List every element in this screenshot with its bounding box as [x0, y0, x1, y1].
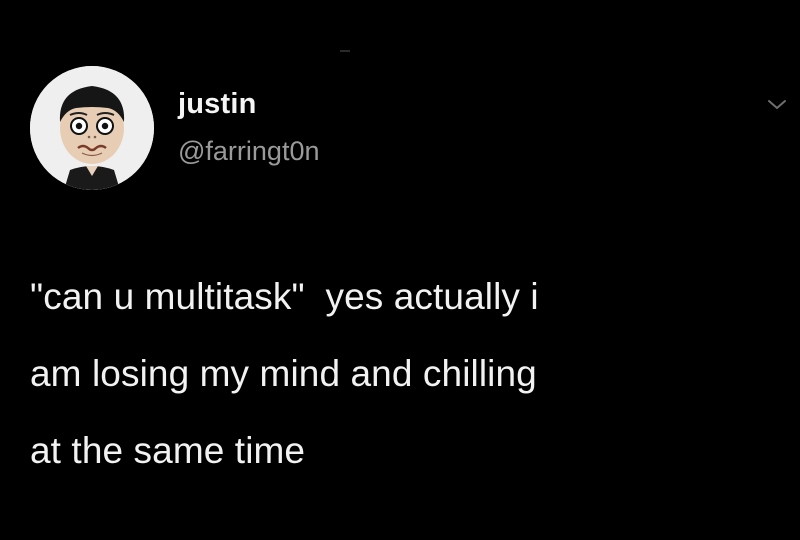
chevron-down-icon[interactable]	[766, 98, 788, 112]
tweet-text: "can u multitask" yes actually i am losi…	[30, 258, 770, 489]
avatar-cartoon-face-icon	[30, 66, 154, 190]
divider	[340, 50, 350, 52]
tweet-text-line: am losing my mind and chilling	[30, 353, 537, 394]
tweet-text-line: at the same time	[30, 430, 306, 471]
tweet-text-line: "can u multitask" yes actually i	[30, 276, 539, 317]
tweet-card: justin @farringt0n "can u multitask" yes…	[0, 0, 800, 540]
user-handle[interactable]: @farringt0n	[178, 136, 319, 167]
avatar[interactable]	[30, 66, 154, 190]
display-name[interactable]: justin	[178, 88, 257, 121]
